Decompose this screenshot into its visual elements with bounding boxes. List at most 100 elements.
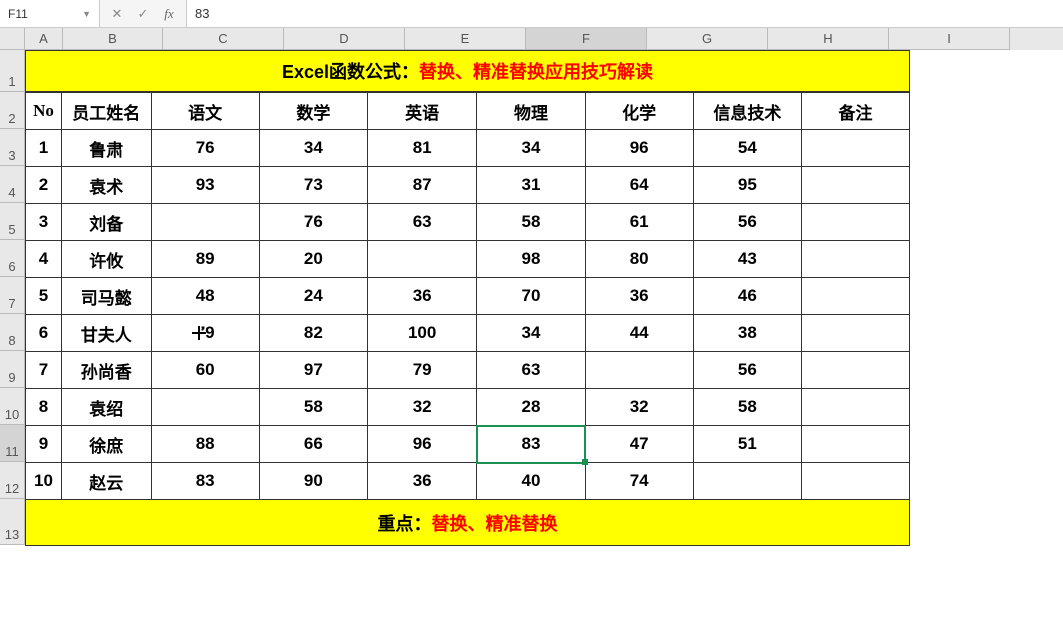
cell[interactable] <box>801 463 909 500</box>
cell[interactable]: 89 <box>151 241 259 278</box>
cell[interactable]: 24 <box>259 278 367 315</box>
cell[interactable]: 63 <box>367 204 476 241</box>
cell[interactable]: 36 <box>585 278 693 315</box>
cell[interactable] <box>801 389 909 426</box>
row-header-4[interactable]: 4 <box>0 166 25 203</box>
col-header-C[interactable]: C <box>163 28 284 50</box>
row-header-5[interactable]: 5 <box>0 203 25 240</box>
header-english[interactable]: 英语 <box>367 93 476 130</box>
header-it[interactable]: 信息技术 <box>693 93 801 130</box>
cell[interactable] <box>585 352 693 389</box>
cell[interactable] <box>151 204 259 241</box>
cell[interactable]: 孙尚香 <box>61 352 151 389</box>
col-header-B[interactable]: B <box>63 28 163 50</box>
cell[interactable] <box>801 278 909 315</box>
row-header-7[interactable]: 7 <box>0 277 25 314</box>
name-box-dropdown-icon[interactable]: ▼ <box>82 9 91 19</box>
cell[interactable]: 46 <box>693 278 801 315</box>
cell[interactable]: 70 <box>477 278 585 315</box>
header-no[interactable]: No <box>26 93 62 130</box>
formula-input[interactable]: 83 <box>187 0 1063 27</box>
cell[interactable]: 56 <box>693 204 801 241</box>
footer-merged-cell[interactable]: 重点：替换、精准替换 <box>25 500 910 546</box>
cell[interactable] <box>801 352 909 389</box>
cell[interactable]: 88 <box>151 426 259 463</box>
cell[interactable]: 60 <box>151 352 259 389</box>
cell[interactable]: 43 <box>693 241 801 278</box>
cell[interactable] <box>801 315 909 352</box>
insert-function-button[interactable]: fx <box>156 0 182 27</box>
cell[interactable]: 2 <box>26 167 62 204</box>
row-header-12[interactable]: 12 <box>0 462 25 499</box>
row-header-1[interactable]: 1 <box>0 50 25 92</box>
cell[interactable]: 甘夫人 <box>61 315 151 352</box>
header-chinese[interactable]: 语文 <box>151 93 259 130</box>
header-chemistry[interactable]: 化学 <box>585 93 693 130</box>
cell[interactable]: 98 <box>477 241 585 278</box>
col-header-G[interactable]: G <box>647 28 768 50</box>
cell[interactable]: 83 <box>477 426 585 463</box>
cell[interactable]: 赵云 <box>61 463 151 500</box>
cell[interactable]: 28 <box>477 389 585 426</box>
cell[interactable]: 鲁肃 <box>61 130 151 167</box>
row-header-6[interactable]: 6 <box>0 240 25 277</box>
cell[interactable]: 10 <box>26 463 62 500</box>
cell[interactable]: 9 <box>26 426 62 463</box>
row-header-3[interactable]: 3 <box>0 129 25 166</box>
row-header-13[interactable]: 13 <box>0 499 25 545</box>
cell[interactable]: 61 <box>585 204 693 241</box>
cell[interactable]: 36 <box>367 278 476 315</box>
cell[interactable]: 5 <box>26 278 62 315</box>
cell[interactable]: 7 <box>26 352 62 389</box>
cell[interactable]: 48 <box>151 278 259 315</box>
cell[interactable]: 66 <box>259 426 367 463</box>
row-header-11[interactable]: 11 <box>0 425 25 462</box>
cell[interactable]: 32 <box>367 389 476 426</box>
cell[interactable]: 56 <box>693 352 801 389</box>
cell[interactable]: 76 <box>259 204 367 241</box>
cell[interactable]: 58 <box>693 389 801 426</box>
cell[interactable] <box>801 241 909 278</box>
cell[interactable]: 刘备 <box>61 204 151 241</box>
col-header-I[interactable]: I <box>889 28 1010 50</box>
cell[interactable]: 袁术 <box>61 167 151 204</box>
cell[interactable]: 34 <box>477 130 585 167</box>
cell[interactable]: 3 <box>26 204 62 241</box>
cell[interactable] <box>801 204 909 241</box>
cell[interactable]: 34 <box>477 315 585 352</box>
header-math[interactable]: 数学 <box>259 93 367 130</box>
name-box[interactable]: F11 ▼ <box>0 0 100 27</box>
cell[interactable]: 32 <box>585 389 693 426</box>
title-merged-cell[interactable]: Excel函数公式：替换、精准替换应用技巧解读 <box>25 50 910 92</box>
cell[interactable]: 90 <box>259 463 367 500</box>
cell[interactable]: 58 <box>259 389 367 426</box>
cell[interactable]: 83 <box>151 463 259 500</box>
cell[interactable]: 40 <box>477 463 585 500</box>
cell[interactable]: 87 <box>367 167 476 204</box>
header-name[interactable]: 员工姓名 <box>61 93 151 130</box>
cell[interactable]: 徐庶 <box>61 426 151 463</box>
enter-button[interactable]: ✓ <box>130 0 156 27</box>
header-physics[interactable]: 物理 <box>477 93 585 130</box>
cell[interactable]: 34 <box>259 130 367 167</box>
cells-area[interactable]: Excel函数公式：替换、精准替换应用技巧解读 No 员工姓名 语文 数学 英语… <box>25 50 910 546</box>
header-remark[interactable]: 备注 <box>801 93 909 130</box>
cell[interactable]: 93 <box>151 167 259 204</box>
cell[interactable]: 95 <box>693 167 801 204</box>
cell[interactable]: 81 <box>367 130 476 167</box>
cell[interactable]: 96 <box>367 426 476 463</box>
cell[interactable] <box>693 463 801 500</box>
cell[interactable] <box>151 389 259 426</box>
cell[interactable]: 51 <box>693 426 801 463</box>
cell[interactable]: 97 <box>259 352 367 389</box>
cell[interactable]: 1 <box>26 130 62 167</box>
cell[interactable]: 73 <box>259 167 367 204</box>
cell[interactable]: 100 <box>367 315 476 352</box>
cell[interactable]: 4 <box>26 241 62 278</box>
cell[interactable]: 74 <box>585 463 693 500</box>
cell[interactable]: 64 <box>585 167 693 204</box>
cell[interactable]: 31 <box>477 167 585 204</box>
col-header-A[interactable]: A <box>25 28 63 50</box>
cell[interactable]: 司马懿 <box>61 278 151 315</box>
cell[interactable]: 6 <box>26 315 62 352</box>
